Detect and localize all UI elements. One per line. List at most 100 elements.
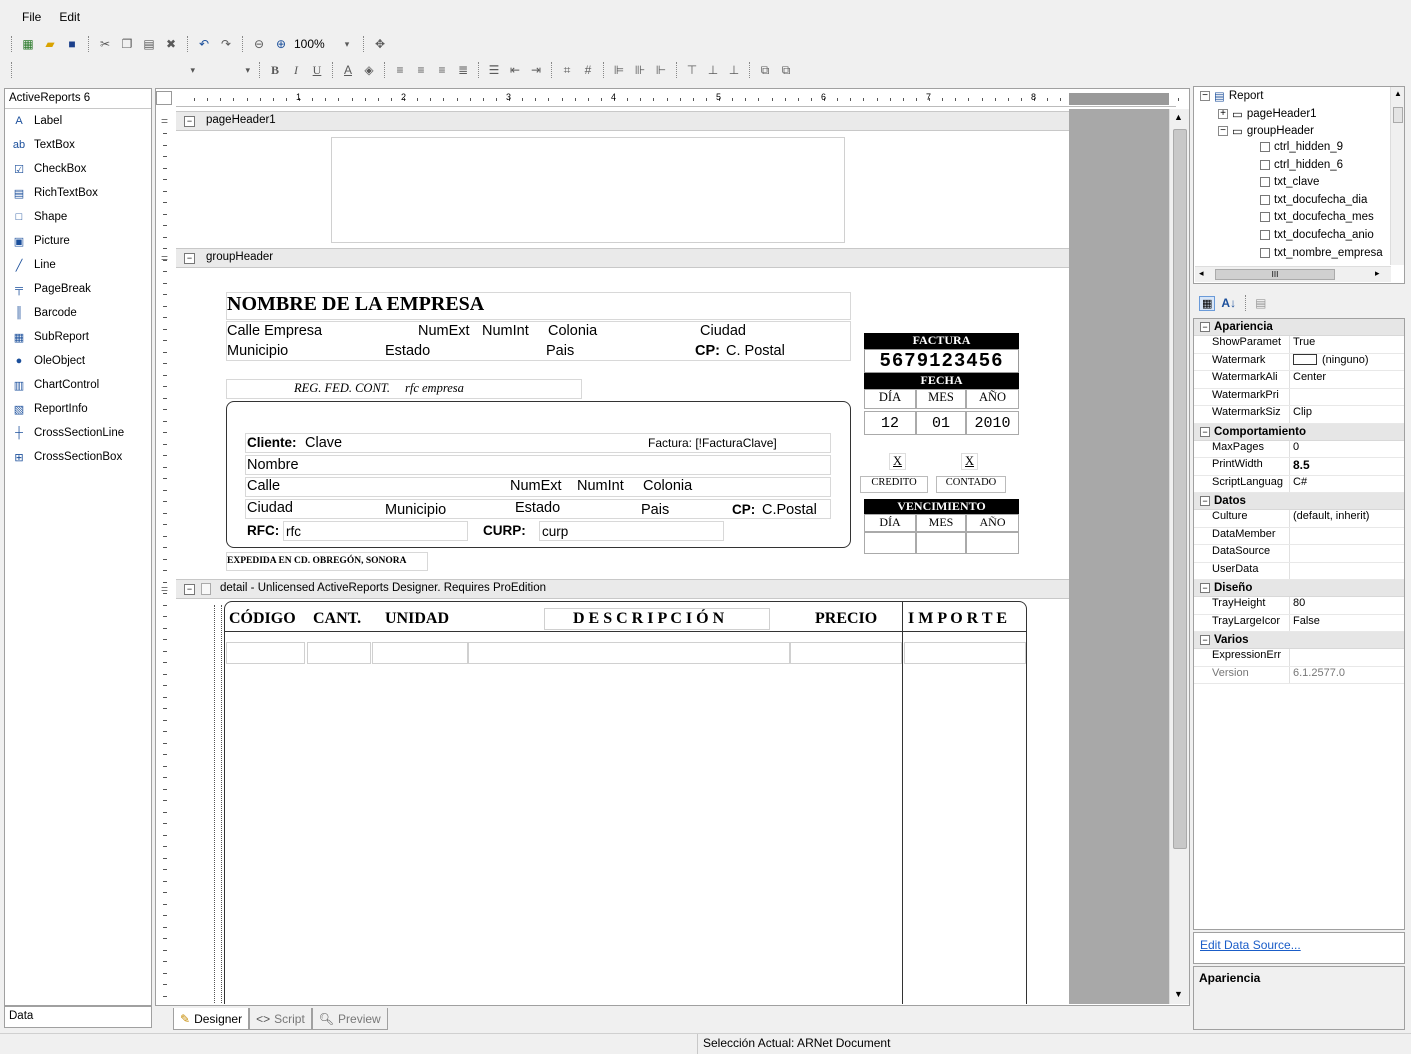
tree-node-control[interactable]: txt_nombre_empresa [1260,247,1383,259]
client-numint[interactable]: NumInt [577,478,624,494]
company-name[interactable]: NOMBRE DE LA EMPRESA [227,293,484,316]
property-category[interactable]: − Apariencia [1194,319,1404,336]
property-row[interactable]: UserData [1194,562,1404,580]
property-value[interactable] [1290,563,1404,580]
toolbox-item-checkbox[interactable]: ☑ CheckBox [5,157,151,181]
property-row[interactable]: ScriptLanguag C# [1194,475,1404,493]
same-height-icon[interactable]: ⧉ [777,61,795,79]
col-cant[interactable]: CANT. [313,610,361,628]
toolbox-item-crosssectionbox[interactable]: ⊞ CrossSectionBox [5,445,151,469]
tree-node-control[interactable]: ctrl_hidden_9 [1260,141,1343,153]
property-row[interactable]: Version 6.1.2577.0 [1194,666,1404,684]
col-unidad[interactable]: UNIDAD [385,610,449,628]
zoom-dropdown-icon[interactable]: ▾ [338,35,356,53]
scroll-right-icon[interactable]: ▸ [1375,268,1380,279]
font-name-combo[interactable]: ▾ [18,61,198,79]
expand-icon[interactable]: − [1218,126,1228,136]
company-numint[interactable]: NumInt [482,323,529,339]
property-row[interactable]: MaxPages 0 [1194,440,1404,458]
toolbox-title[interactable]: ActiveReports 6 [5,89,151,109]
zoom-in-icon[interactable]: ⊕ [272,35,290,53]
property-row[interactable]: DataSource [1194,545,1404,563]
tree-node-groupheader[interactable]: − ▭ groupHeader [1218,124,1314,138]
property-value[interactable]: 6.1.2577.0 [1290,667,1404,684]
tree-node-control[interactable]: txt_docufecha_mes [1260,211,1374,223]
collapse-icon[interactable]: − [1200,426,1210,437]
tab-preview[interactable]: 🔍︎ Preview [311,1008,388,1030]
tree-node-report[interactable]: − ▤ Report [1200,89,1263,103]
section-handle-icon[interactable]: = [161,114,168,128]
property-value[interactable] [1290,649,1404,666]
client-clave[interactable]: Clave [305,435,342,451]
property-category[interactable]: − Datos [1194,493,1404,510]
scroll-down-icon[interactable]: ▼ [1174,989,1183,999]
toolbox-item-barcode[interactable]: ║ Barcode [5,301,151,325]
outdent-icon[interactable]: ⇤ [506,61,524,79]
menu-file[interactable]: File [22,10,41,24]
section-group-header[interactable]: = − groupHeader [161,248,1069,268]
company-municipio[interactable]: Municipio [227,343,288,359]
font-color-icon[interactable]: A [339,61,357,79]
contado-checkbox[interactable]: X [961,453,979,470]
property-row[interactable]: DataMember [1194,527,1404,545]
italic-icon[interactable]: I [287,61,305,79]
client-cp[interactable]: C.Postal [762,502,817,518]
save-icon[interactable]: ■ [63,35,81,53]
new-report-icon[interactable]: ▦ [19,35,37,53]
section-detail[interactable]: = − detail - Unlicensed ActiveReports De… [161,579,1069,599]
property-value[interactable] [1290,389,1404,406]
fecha-anio[interactable]: 2010 [966,411,1019,435]
menu-edit[interactable]: Edit [59,10,80,24]
company-rfc[interactable]: rfc empresa [405,381,464,396]
indent-icon[interactable]: ⇥ [527,61,545,79]
delete-icon[interactable]: ✖ [162,35,180,53]
company-estado[interactable]: Estado [385,343,430,359]
property-value[interactable]: Clip [1290,406,1404,423]
vertical-scrollbar[interactable]: ▲ ▼ [1169,109,1189,1004]
detail-unidad-field[interactable] [372,642,468,664]
property-row[interactable]: Culture (default, inherit) [1194,510,1404,528]
bullets-icon[interactable]: ☰ [485,61,503,79]
property-row[interactable]: ExpressionErr [1194,649,1404,667]
property-row[interactable]: WatermarkSiz Clip [1194,406,1404,424]
dock-icon[interactable]: ✥ [371,35,389,53]
snap-grid-icon[interactable]: # [579,61,597,79]
align-middles-icon[interactable]: ⊥ [704,61,722,79]
toolbox-item-reportinfo[interactable]: ▧ ReportInfo [5,397,151,421]
property-row[interactable]: WatermarkAli Center [1194,371,1404,389]
cut-icon[interactable]: ✂ [96,35,114,53]
property-grid[interactable]: − Apariencia ShowParamet True Watermark (ning… [1193,318,1405,930]
toolbox-item-oleobject[interactable]: ● OleObject [5,349,151,373]
page-header-box[interactable] [331,137,845,243]
client-curp[interactable]: curp [542,524,568,539]
venc-mes-value[interactable] [916,532,966,554]
venc-anio-value[interactable] [966,532,1019,554]
toolbox-item-textbox[interactable]: ab TextBox [5,133,151,157]
property-value[interactable] [1290,545,1404,562]
tree-node-control[interactable]: txt_docufecha_anio [1260,229,1374,241]
tree-vscroll-thumb[interactable] [1393,107,1403,123]
tree-hscroll-thumb[interactable]: III [1215,269,1335,280]
copy-icon[interactable]: ❐ [118,35,136,53]
factura-folio[interactable]: 5679123456 [864,349,1019,373]
paste-icon[interactable]: ▤ [140,35,158,53]
zoom-out-icon[interactable]: ⊖ [250,35,268,53]
align-lefts-icon[interactable]: ⊫ [610,61,628,79]
tab-script[interactable]: <> Script [249,1008,312,1030]
categorized-icon[interactable]: ▦ [1199,295,1216,311]
font-size-combo[interactable]: ▾ [201,61,253,79]
align-bottoms-icon[interactable]: ⊥ [725,61,743,79]
expedida-label[interactable]: EXPEDIDA EN CD. OBREGÓN, SONORA [227,556,406,566]
property-row[interactable]: TrayHeight 80 [1194,597,1404,615]
toolbox-item-line[interactable]: ╱ Line [5,253,151,277]
expand-icon[interactable]: − [1200,91,1210,101]
toolbox-item-pagebreak[interactable]: ╤ PageBreak [5,277,151,301]
client-nombre[interactable]: Nombre [247,457,299,473]
report-designer[interactable]: 123456789 ▲ ▼ = − pageHeader1 = − groupH… [155,88,1190,1006]
tab-designer[interactable]: ✎ Designer [173,1008,250,1030]
company-numext[interactable]: NumExt [418,323,470,339]
collapse-icon[interactable]: − [184,253,195,264]
client-estado[interactable]: Estado [515,500,560,516]
col-codigo[interactable]: CÓDIGO [229,610,296,628]
collapse-icon[interactable]: − [1200,583,1210,593]
